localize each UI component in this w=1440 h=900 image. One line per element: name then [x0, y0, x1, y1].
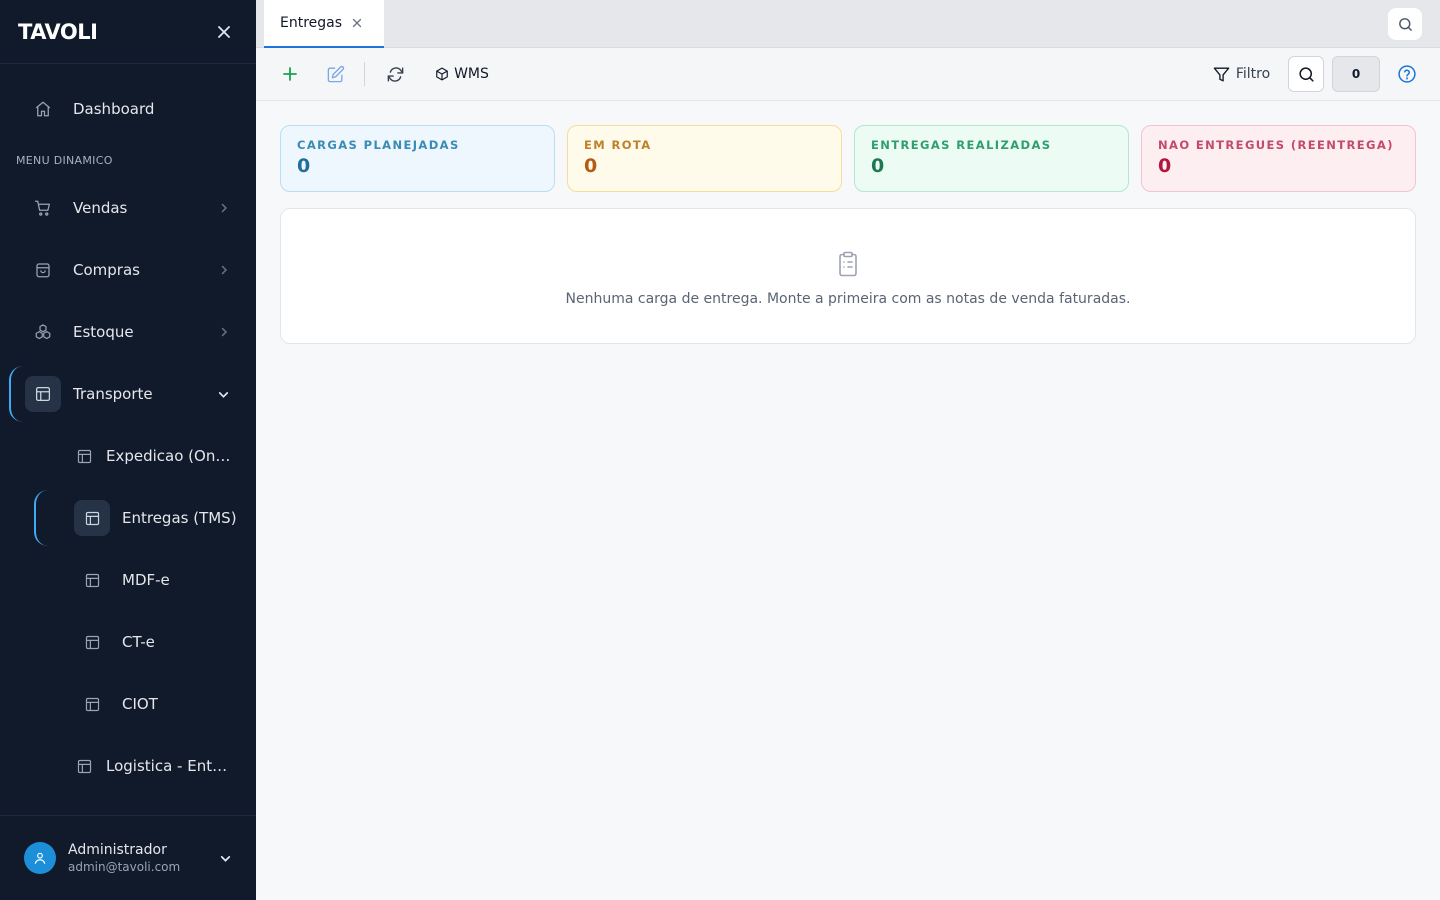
- stat-card-value: 0: [1158, 155, 1172, 177]
- sidebar-item-label: Entregas (TMS): [122, 509, 237, 527]
- plus-icon: [282, 66, 298, 82]
- stat-card-entregas-realizadas: ENTREGAS REALIZADAS 0: [854, 125, 1129, 192]
- sidebar-item-transporte[interactable]: Transporte: [0, 368, 256, 420]
- home-icon: [25, 91, 61, 127]
- shopping-bag-icon: [25, 252, 61, 288]
- stat-card-title: CARGAS PLANEJADAS: [297, 138, 460, 152]
- brand-header: TAVOLI: [0, 0, 256, 64]
- sidebar-item-label: Logistica - Entregas: [106, 757, 228, 775]
- cart-icon: [25, 190, 61, 226]
- sidebar-item-label: MDF-e: [122, 571, 170, 589]
- layout-icon: [66, 438, 102, 474]
- chevron-down-icon[interactable]: [219, 852, 232, 865]
- clipboard-list-icon: [836, 251, 860, 281]
- toolbar-divider: [364, 62, 365, 86]
- layout-icon: [25, 376, 61, 412]
- sidebar-item-estoque[interactable]: Estoque: [0, 306, 256, 358]
- stat-card-em-rota: EM ROTA 0: [567, 125, 842, 192]
- search-icon: [1397, 16, 1414, 33]
- stat-card-title: NAO ENTREGUES (REENTREGA): [1158, 138, 1394, 152]
- sidebar-item-label: Expedicao (Ondas): [106, 447, 232, 465]
- stat-card-title: ENTREGAS REALIZADAS: [871, 138, 1052, 152]
- stat-card-value: 0: [871, 155, 885, 177]
- avatar: [24, 842, 56, 874]
- add-button[interactable]: [278, 60, 302, 88]
- tab-bar: Entregas: [256, 0, 1440, 48]
- menu-section-label: MENU DINAMICO: [16, 154, 113, 167]
- brand-logo: TAVOLI: [18, 19, 98, 44]
- user-name: Administrador: [68, 842, 167, 858]
- help-icon: [1397, 64, 1417, 84]
- filter-button[interactable]: Filtro: [1208, 60, 1274, 88]
- chevron-down-icon: [217, 388, 230, 401]
- stat-card-value: 0: [297, 155, 311, 177]
- record-count-badge: 0: [1332, 56, 1380, 92]
- edit-button[interactable]: [322, 60, 348, 88]
- stat-card-value: 0: [584, 155, 598, 177]
- layout-icon: [74, 624, 110, 660]
- search-button[interactable]: [1288, 56, 1324, 92]
- sidebar-item-label: Vendas: [73, 199, 128, 217]
- sidebar: TAVOLI Dashboard MENU DINAMICO Vendas Co…: [0, 0, 256, 900]
- sidebar-subitem-logistica[interactable]: Logistica - Entregas: [0, 740, 256, 792]
- stat-card-title: EM ROTA: [584, 138, 652, 152]
- empty-state: Nenhuma carga de entrega. Monte a primei…: [280, 208, 1416, 344]
- sidebar-item-label: Compras: [73, 261, 140, 279]
- package-icon: [435, 67, 449, 81]
- close-sidebar-icon[interactable]: [216, 24, 232, 40]
- chevron-right-icon: [218, 264, 230, 276]
- close-icon[interactable]: [352, 18, 362, 28]
- sidebar-item-label: CT-e: [122, 633, 155, 651]
- chevron-right-icon: [218, 202, 230, 214]
- tab-entregas[interactable]: Entregas: [264, 0, 384, 48]
- refresh-icon: [386, 65, 405, 84]
- sidebar-item-label: Estoque: [73, 323, 134, 341]
- filter-icon: [1212, 65, 1231, 84]
- layout-icon: [66, 748, 102, 784]
- sidebar-item-compras[interactable]: Compras: [0, 244, 256, 296]
- tab-label: Entregas: [280, 15, 343, 31]
- boxes-icon: [25, 314, 61, 350]
- edit-icon: [326, 65, 345, 84]
- wms-label: WMS: [454, 66, 489, 82]
- search-icon: [1297, 65, 1316, 84]
- layout-icon: [74, 686, 110, 722]
- layout-icon: [74, 500, 110, 536]
- stat-card-cargas-planejadas: CARGAS PLANEJADAS 0: [280, 125, 555, 192]
- sidebar-item-vendas[interactable]: Vendas: [0, 182, 256, 234]
- sidebar-item-label: CIOT: [122, 695, 158, 713]
- sidebar-subitem-entregas[interactable]: Entregas (TMS): [0, 492, 256, 544]
- sidebar-item-label: Transporte: [73, 385, 153, 403]
- empty-state-message: Nenhuma carga de entrega. Monte a primei…: [565, 291, 1131, 307]
- sidebar-item-label: Dashboard: [73, 100, 155, 118]
- user-email: admin@tavoli.com: [68, 860, 181, 874]
- user-menu[interactable]: Administrador admin@tavoli.com: [0, 815, 256, 900]
- sidebar-item-dashboard[interactable]: Dashboard: [0, 83, 256, 135]
- sidebar-subitem-cte[interactable]: CT-e: [0, 616, 256, 668]
- stat-card-nao-entregues: NAO ENTREGUES (REENTREGA) 0: [1141, 125, 1416, 192]
- sidebar-subitem-expedicao[interactable]: Expedicao (Ondas): [0, 430, 256, 482]
- sidebar-subitem-ciot[interactable]: CIOT: [0, 678, 256, 730]
- sidebar-subitem-mdfe[interactable]: MDF-e: [0, 554, 256, 606]
- global-search-button[interactable]: [1388, 8, 1422, 40]
- refresh-button[interactable]: [382, 60, 408, 88]
- filter-label: Filtro: [1235, 66, 1271, 82]
- layout-icon: [74, 562, 110, 598]
- toolbar: WMS Filtro 0: [256, 48, 1440, 101]
- help-button[interactable]: [1395, 60, 1419, 88]
- wms-button[interactable]: WMS: [432, 60, 492, 88]
- chevron-right-icon: [218, 326, 230, 338]
